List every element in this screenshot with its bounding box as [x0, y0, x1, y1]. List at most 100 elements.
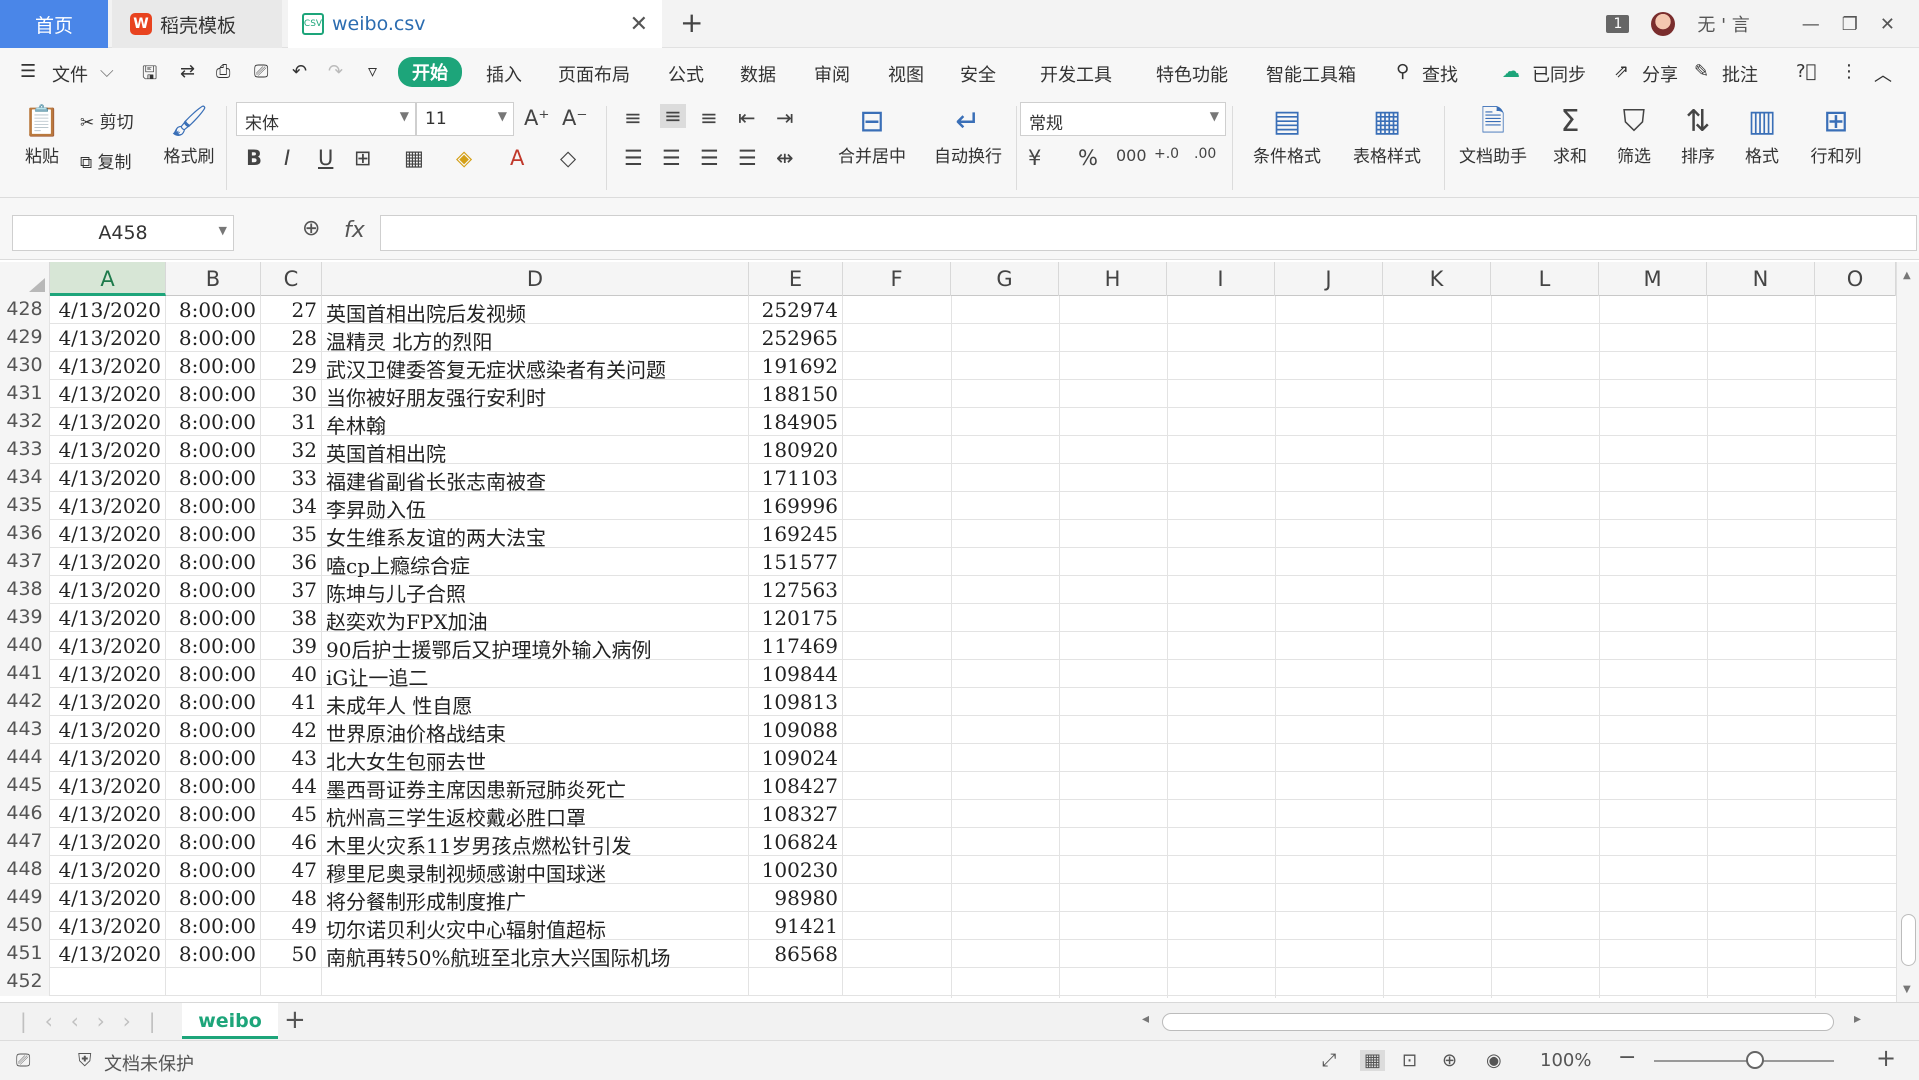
cell-rank[interactable]	[261, 968, 322, 996]
cell-count[interactable]: 169996	[749, 492, 843, 520]
search-icon[interactable]: ⚲	[1396, 61, 1409, 82]
cell-rank[interactable]: 49	[261, 912, 322, 940]
cell-count[interactable]: 108427	[749, 772, 843, 800]
format-button[interactable]: ▥ 格式	[1732, 102, 1792, 167]
sheet-tab-weibo[interactable]: weibo	[182, 1003, 278, 1039]
horizontal-scroll-thumb[interactable]	[1162, 1013, 1834, 1031]
cell-topic[interactable]: 90后护士援鄂后又护理境外输入病例	[322, 632, 749, 662]
row-number[interactable]: 439	[0, 604, 50, 632]
cell-date[interactable]: 4/13/2020	[50, 660, 166, 688]
cell-count[interactable]: 191692	[749, 352, 843, 380]
cell-count[interactable]: 252974	[749, 296, 843, 324]
row-number[interactable]: 443	[0, 716, 50, 744]
cell-topic[interactable]: 穆里尼奥录制视频感谢中国球迷	[322, 856, 749, 886]
cell-topic[interactable]: 陈坤与儿子合照	[322, 576, 749, 606]
cell-topic[interactable]: 杭州高三学生返校戴必胜口罩	[322, 800, 749, 830]
row-number[interactable]: 452	[0, 968, 50, 996]
cell-rank[interactable]: 27	[261, 296, 322, 324]
cell-count[interactable]: 109844	[749, 660, 843, 688]
row-number[interactable]: 451	[0, 940, 50, 968]
row-number[interactable]: 440	[0, 632, 50, 660]
cell-time[interactable]: 8:00:00	[166, 296, 261, 324]
cell-topic[interactable]: 温精灵 北方的烈阳	[322, 324, 749, 354]
zoom-formula-icon[interactable]: ⊕	[302, 216, 320, 241]
row-number[interactable]: 433	[0, 436, 50, 464]
cell-date[interactable]: 4/13/2020	[50, 492, 166, 520]
restore-icon[interactable]: ❐	[1842, 14, 1858, 35]
col-header-h[interactable]: H	[1059, 262, 1167, 296]
menu-annotate[interactable]: 批注	[1722, 61, 1758, 87]
col-header-b[interactable]: B	[166, 262, 261, 296]
cell-date[interactable]: 4/13/2020	[50, 380, 166, 408]
underline-icon[interactable]: U	[318, 146, 333, 170]
avatar[interactable]	[1651, 12, 1676, 36]
print-icon[interactable]: ⎙	[216, 61, 230, 82]
print-preview-icon[interactable]: ⎚	[254, 61, 268, 82]
font-color-icon[interactable]: A	[510, 146, 524, 170]
doc-helper-button[interactable]: 🗎 文档助手	[1452, 102, 1534, 167]
minimize-icon[interactable]: —	[1802, 14, 1820, 35]
italic-icon[interactable]: I	[284, 146, 290, 170]
help-icon[interactable]: ?⃝	[1796, 61, 1816, 82]
cell-count[interactable]: 100230	[749, 856, 843, 884]
cell-rank[interactable]: 36	[261, 548, 322, 576]
cell-rank[interactable]: 34	[261, 492, 322, 520]
menu-share[interactable]: 分享	[1642, 61, 1678, 87]
distributed-icon[interactable]: ⇹	[776, 146, 794, 170]
chevron-down-icon[interactable]: ⌵	[100, 61, 114, 82]
cell-time[interactable]: 8:00:00	[166, 520, 261, 548]
hamburger-icon[interactable]: ☰	[20, 61, 36, 82]
sheet-status-icon[interactable]: ⎚	[16, 1050, 30, 1071]
user-name[interactable]: 无 ' 言	[1697, 11, 1749, 37]
cell-time[interactable]: 8:00:00	[166, 576, 261, 604]
cell-time[interactable]: 8:00:00	[166, 324, 261, 352]
cell-topic[interactable]: 未成年人 性自愿	[322, 688, 749, 718]
cell-date[interactable]: 4/13/2020	[50, 772, 166, 800]
menu-special[interactable]: 特色功能	[1156, 61, 1228, 87]
cell-date[interactable]: 4/13/2020	[50, 800, 166, 828]
align-right-icon[interactable]: ☰	[700, 146, 719, 170]
col-header-n[interactable]: N	[1707, 262, 1815, 296]
cell-topic[interactable]: 切尔诺贝利火灾中心辐射值超标	[322, 912, 749, 942]
cell-date[interactable]: 4/13/2020	[50, 576, 166, 604]
percent-icon[interactable]: %	[1078, 146, 1098, 170]
zoom-in-icon[interactable]: +	[1876, 1044, 1896, 1072]
cell-count[interactable]: 188150	[749, 380, 843, 408]
border-icon[interactable]: ⊞	[354, 146, 372, 170]
normal-view-icon[interactable]: ▦	[1360, 1050, 1386, 1071]
indent-decrease-icon[interactable]: ⇤	[738, 106, 756, 130]
cell-count[interactable]: 109024	[749, 744, 843, 772]
cell-count[interactable]: 180920	[749, 436, 843, 464]
cell-count[interactable]	[749, 968, 843, 996]
cell-date[interactable]: 4/13/2020	[50, 912, 166, 940]
cell-count[interactable]: 184905	[749, 408, 843, 436]
cell-date[interactable]: 4/13/2020	[50, 828, 166, 856]
cell-date[interactable]: 4/13/2020	[50, 604, 166, 632]
bold-icon[interactable]: B	[246, 146, 262, 170]
format-painter-button[interactable]: 🖌 格式刷	[158, 102, 220, 167]
cell-count[interactable]: 151577	[749, 548, 843, 576]
cell-time[interactable]: 8:00:00	[166, 856, 261, 884]
fill-pattern-icon[interactable]: ▦	[404, 146, 424, 170]
cell-topic[interactable]: 牟林翰	[322, 408, 749, 438]
merge-center-button[interactable]: ⊟ 合并居中	[826, 102, 918, 167]
cell-rank[interactable]: 29	[261, 352, 322, 380]
cell-topic[interactable]: 世界原油价格战结束	[322, 716, 749, 746]
cell-date[interactable]: 4/13/2020	[50, 436, 166, 464]
menu-insert[interactable]: 插入	[486, 61, 522, 87]
row-number[interactable]: 436	[0, 520, 50, 548]
cell-rank[interactable]: 39	[261, 632, 322, 660]
cell-time[interactable]: 8:00:00	[166, 492, 261, 520]
menu-page-layout[interactable]: 页面布局	[558, 61, 630, 87]
page-break-view-icon[interactable]: ⊡	[1402, 1050, 1417, 1071]
cell-date[interactable]: 4/13/2020	[50, 296, 166, 324]
window-count-badge[interactable]: 1	[1606, 15, 1630, 33]
cell-rank[interactable]: 50	[261, 940, 322, 968]
cell-topic[interactable]: 李昇勋入伍	[322, 492, 749, 522]
cell-rank[interactable]: 40	[261, 660, 322, 688]
cell-rank[interactable]: 41	[261, 688, 322, 716]
cell-count[interactable]: 106824	[749, 828, 843, 856]
col-header-l[interactable]: L	[1491, 262, 1599, 296]
col-header-d[interactable]: D	[322, 262, 749, 296]
cell-rank[interactable]: 47	[261, 856, 322, 884]
